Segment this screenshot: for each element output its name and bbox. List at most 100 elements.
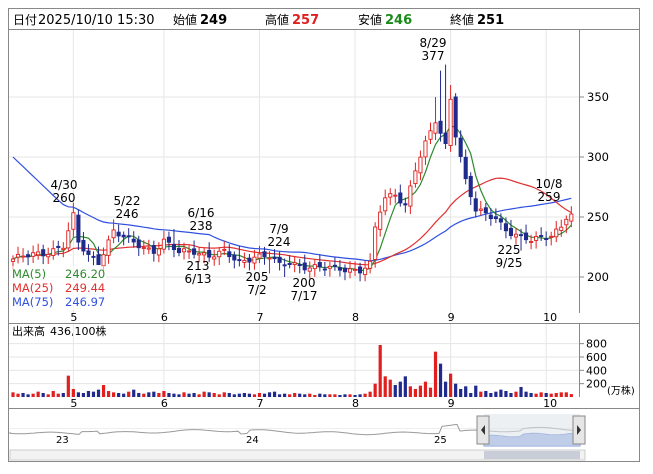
volume-tick-label-400: 400 <box>586 364 607 377</box>
annotation-value-9: 259 <box>538 190 561 204</box>
low-value: 246 <box>385 13 412 28</box>
stock-chart-widget: 日付 2025/10/10 15:30 始値 249 高値 257 安値 246… <box>0 0 653 470</box>
volume-bar-44 <box>232 394 236 397</box>
volume-bar-63 <box>328 394 332 397</box>
navigator-left-handle[interactable] <box>476 415 490 445</box>
volume-bar-95 <box>489 392 493 397</box>
price-x-tick-7: 7 <box>256 311 263 324</box>
candle-body-91 <box>468 175 473 198</box>
volume-bar-70 <box>363 393 367 397</box>
candle-body-47 <box>247 257 252 263</box>
volume-bar-26 <box>142 393 146 397</box>
volume-bar-34 <box>182 392 186 397</box>
candle-body-27 <box>146 247 151 250</box>
candle-body-40 <box>212 256 217 260</box>
candle-body-66 <box>342 267 348 273</box>
volume-bar-2 <box>21 392 25 397</box>
candle-body-109 <box>559 226 564 231</box>
high-label: 高値 <box>265 12 289 27</box>
volume-bar-3 <box>26 394 30 397</box>
candle-body-96 <box>493 216 498 220</box>
volume-bar-61 <box>318 393 322 397</box>
volume-bar-97 <box>499 389 503 397</box>
candle-body-67 <box>347 268 353 273</box>
annotation-value-0: 260 <box>53 191 76 205</box>
candle-body-100 <box>513 233 519 238</box>
volume-bar-1 <box>16 393 20 397</box>
volume-bar-80 <box>413 388 417 397</box>
candle-body-1 <box>15 253 21 258</box>
candle-body-23 <box>126 235 131 238</box>
volume-bar-14 <box>81 392 86 397</box>
volume-bar-73 <box>378 344 382 397</box>
range-navigator[interactable]: 23 24 25 <box>9 409 639 461</box>
candle-body-2 <box>21 255 26 258</box>
candle-body-51 <box>267 257 272 260</box>
volume-bar-58 <box>303 394 307 397</box>
candle-body-32 <box>171 244 177 251</box>
candle-body-59 <box>307 267 312 272</box>
candle-body-19 <box>106 239 111 256</box>
legend-ma25-value: 249.44 <box>65 281 105 295</box>
volume-bar-22 <box>122 393 126 397</box>
candle-body-53 <box>277 256 282 263</box>
candle-body-17 <box>96 254 101 266</box>
annotation-date-7: 8/29 <box>420 36 447 50</box>
annotation-value-4: 224 <box>268 235 291 249</box>
volume-bar-8 <box>51 390 55 397</box>
navigator-right-handle[interactable] <box>572 415 586 445</box>
volume-bar-96 <box>494 391 498 397</box>
annotation-date-8: 9/25 <box>496 256 523 270</box>
volume-bar-64 <box>333 394 337 397</box>
volume-bar-25 <box>137 392 141 397</box>
volume-bar-84 <box>433 351 438 397</box>
candle-body-99 <box>508 227 514 236</box>
legend-ma5-label: MA(5) <box>12 267 46 281</box>
candle-body-83 <box>428 130 433 140</box>
candle-body-79 <box>408 185 413 207</box>
volume-bar-21 <box>117 392 121 397</box>
candle-body-75 <box>388 193 393 198</box>
volume-bar-5 <box>36 391 40 397</box>
date-label: 日付 <box>13 13 37 27</box>
volume-bar-65 <box>338 394 342 397</box>
candle-body-98 <box>503 223 508 232</box>
volume-bar-104 <box>534 393 538 397</box>
volume-bar-0 <box>11 392 15 397</box>
volume-bar-89 <box>459 388 463 397</box>
annotation-value-5: 205 <box>246 270 269 284</box>
navigator-scrollbar-thumb[interactable] <box>484 451 580 459</box>
price-header: 日付 2025/10/10 15:30 始値 249 高値 257 安値 246… <box>9 9 639 30</box>
volume-bar-93 <box>479 391 483 397</box>
candle-body-14 <box>81 239 86 252</box>
candle-body-48 <box>252 256 257 264</box>
navigator-selection[interactable] <box>484 414 580 446</box>
candle-body-22 <box>121 234 126 238</box>
annotation-date-1: 5/22 <box>114 194 141 208</box>
candle-body-84 <box>433 122 438 134</box>
volume-bar-101 <box>519 386 523 397</box>
candle-body-0 <box>10 258 16 262</box>
candle-body-7 <box>46 253 51 258</box>
candle-body-34 <box>181 248 187 253</box>
volume-bar-66 <box>343 394 347 397</box>
volume-bar-57 <box>298 393 302 397</box>
candle-body-97 <box>498 218 503 223</box>
volume-bar-42 <box>222 392 226 397</box>
candle-body-71 <box>368 260 373 269</box>
volume-bar-35 <box>187 393 191 397</box>
candle-body-44 <box>232 254 237 261</box>
volume-value: 436,100株 <box>50 324 107 338</box>
candle-body-20 <box>111 229 116 239</box>
ma-legend: MA(5) 246.20 MA(25) 249.44 MA(75) 246.97 <box>10 266 106 310</box>
candle-body-4 <box>31 252 36 257</box>
price-tick-label-200: 200 <box>587 270 609 284</box>
volume-bar-23 <box>127 391 131 397</box>
price-x-tick-8: 8 <box>352 311 359 324</box>
candle-body-103 <box>529 241 534 243</box>
date-value: 2025/10/10 15:30 <box>38 13 155 28</box>
candle-body-101 <box>518 234 524 237</box>
volume-bar-77 <box>398 381 402 397</box>
volume-bar-39 <box>207 392 211 397</box>
price-x-tick-6: 6 <box>161 311 168 324</box>
